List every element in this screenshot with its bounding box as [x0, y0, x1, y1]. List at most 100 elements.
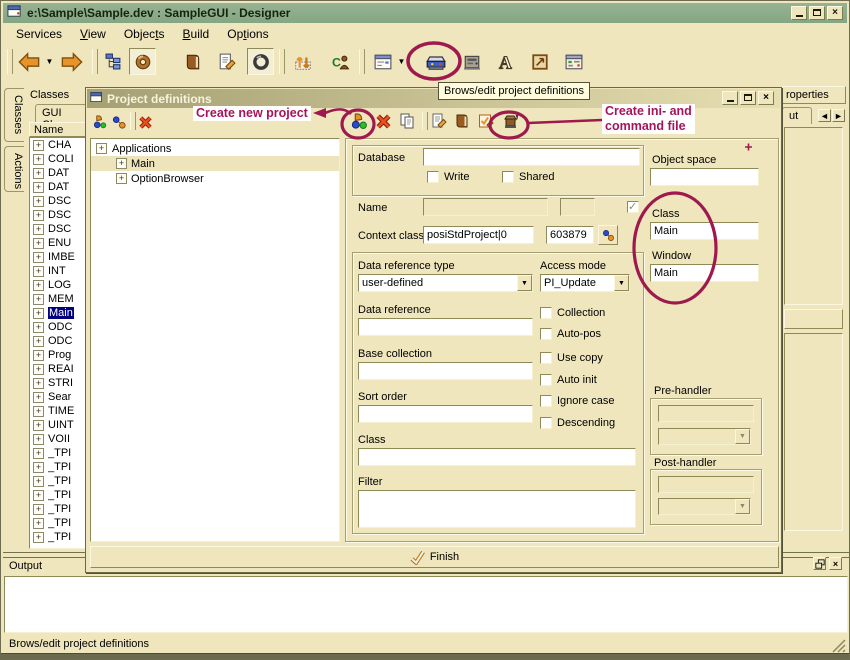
- minimize-button[interactable]: [791, 6, 807, 20]
- class-hierarchy-button[interactable]: [100, 48, 127, 75]
- create-ini-command-file-button[interactable]: [501, 111, 521, 131]
- menu-item[interactable]: Objects: [115, 25, 174, 43]
- class-tree[interactable]: CHA COLI DAT DAT DSC DSC DSC ENU IMBE IN…: [29, 137, 87, 549]
- sort-order-input[interactable]: [358, 405, 533, 423]
- shared-checkbox[interactable]: [502, 171, 514, 183]
- properties-list-area[interactable]: [784, 127, 843, 305]
- class-tree-item[interactable]: STRI: [30, 376, 86, 390]
- forward-button[interactable]: [58, 48, 85, 75]
- use-copy-checkbox[interactable]: [540, 352, 552, 364]
- book-button[interactable]: [179, 48, 206, 75]
- class-tree-item[interactable]: DAT: [30, 180, 86, 194]
- class-tree-item[interactable]: DAT: [30, 166, 86, 180]
- class-tree-item[interactable]: _TPI: [30, 460, 86, 474]
- caret-down-icon[interactable]: ▼: [517, 275, 532, 291]
- auto-pos-checkbox[interactable]: [540, 328, 552, 340]
- class-tree-item[interactable]: DSC: [30, 208, 86, 222]
- expander-plus-icon[interactable]: [33, 224, 44, 235]
- database-input[interactable]: [423, 148, 640, 166]
- class-tree-item[interactable]: Sear: [30, 390, 86, 404]
- class-tree-item[interactable]: Prog: [30, 348, 86, 362]
- device-button[interactable]: [458, 48, 485, 75]
- class2-input[interactable]: [650, 222, 759, 240]
- class-tree-item[interactable]: ENU: [30, 236, 86, 250]
- maximize-button[interactable]: [809, 6, 825, 20]
- close-button[interactable]: ×: [827, 6, 843, 20]
- expander-plus-icon[interactable]: [33, 266, 44, 277]
- tab-scroll-right-button[interactable]: ►: [832, 109, 845, 122]
- output-console[interactable]: [4, 576, 848, 633]
- class-tree-item[interactable]: INT: [30, 264, 86, 278]
- write-checkbox[interactable]: [427, 171, 439, 183]
- create-new-project-button[interactable]: [349, 111, 369, 131]
- delete-item-button[interactable]: [135, 112, 155, 132]
- expander-plus-icon[interactable]: [33, 238, 44, 249]
- edit-definition-button[interactable]: [429, 111, 449, 131]
- expander-plus-icon[interactable]: [33, 406, 44, 417]
- filter-textarea[interactable]: [358, 490, 636, 528]
- dialog-minimize-button[interactable]: [722, 91, 738, 105]
- column-header-name[interactable]: Name: [29, 122, 87, 137]
- expander-plus-icon[interactable]: [33, 476, 44, 487]
- expander-plus-icon[interactable]: [33, 140, 44, 151]
- class-tree-item[interactable]: ODC: [30, 334, 86, 348]
- class-tree-item[interactable]: ODC: [30, 320, 86, 334]
- expander-plus-icon[interactable]: [33, 350, 44, 361]
- class-tree-item[interactable]: _TPI: [30, 446, 86, 460]
- properties-tab[interactable]: ut: [782, 107, 812, 124]
- class-tree-item[interactable]: DSC: [30, 194, 86, 208]
- output-close-button[interactable]: ×: [829, 557, 842, 570]
- class-tree-item[interactable]: COLI: [30, 152, 86, 166]
- collection-checkbox[interactable]: [540, 307, 552, 319]
- expander-plus-icon[interactable]: [33, 434, 44, 445]
- expander-plus-icon[interactable]: [33, 532, 44, 543]
- class-tree-item[interactable]: Main: [30, 306, 86, 320]
- menu-item[interactable]: Options: [218, 25, 277, 43]
- menu-item[interactable]: View: [71, 25, 115, 43]
- context-id-input[interactable]: [546, 226, 594, 244]
- properties-panel-title[interactable]: roperties: [782, 86, 846, 104]
- expander-plus-icon[interactable]: [116, 158, 127, 169]
- class-tree-item[interactable]: CHA: [30, 138, 86, 152]
- expander-plus-icon[interactable]: [33, 308, 44, 319]
- expander-plus-icon[interactable]: [33, 462, 44, 473]
- expander-plus-icon[interactable]: [33, 322, 44, 333]
- class-tree-item[interactable]: _TPI: [30, 474, 86, 488]
- class-tree-item[interactable]: _TPI: [30, 488, 86, 502]
- form-list-dropdown[interactable]: ▼: [395, 48, 408, 75]
- back-history-dropdown[interactable]: ▼: [43, 48, 56, 75]
- class-tree-item[interactable]: _TPI: [30, 502, 86, 516]
- data-reference-input[interactable]: [358, 318, 533, 336]
- font-button[interactable]: A: [492, 48, 519, 75]
- expander-plus-icon[interactable]: [33, 294, 44, 305]
- expander-plus-icon[interactable]: [33, 182, 44, 193]
- class-browser-button[interactable]: C: [327, 48, 354, 75]
- class-tree-item[interactable]: MEM: [30, 292, 86, 306]
- class-tree-item[interactable]: LOG: [30, 278, 86, 292]
- copy-button[interactable]: [397, 111, 417, 131]
- tab-gui-classes[interactable]: GUI Cla: [35, 104, 87, 122]
- class-tree-item[interactable]: _TPI: [30, 516, 86, 530]
- dialog-maximize-button[interactable]: [740, 91, 756, 105]
- access-mode-dropdown[interactable]: PI_Update▼: [540, 274, 630, 292]
- transfer-button[interactable]: [289, 48, 316, 75]
- expander-plus-icon[interactable]: [33, 490, 44, 501]
- project-tree-item[interactable]: Applications: [91, 141, 339, 156]
- expander-plus-icon[interactable]: [33, 364, 44, 375]
- data-ref-type-dropdown[interactable]: user-defined▼: [358, 274, 533, 292]
- donut-button[interactable]: [129, 48, 156, 75]
- properties-detail-area[interactable]: [784, 333, 843, 531]
- expander-plus-icon[interactable]: [33, 392, 44, 403]
- check-edit-button[interactable]: [476, 111, 496, 131]
- expander-plus-icon[interactable]: [33, 336, 44, 347]
- ignore-case-checkbox[interactable]: [540, 395, 552, 407]
- output-float-button[interactable]: [813, 557, 826, 570]
- book-button[interactable]: [452, 111, 472, 131]
- expander-plus-icon[interactable]: [33, 196, 44, 207]
- context-class-browse-button[interactable]: [598, 225, 618, 245]
- back-button[interactable]: [15, 48, 42, 75]
- delete-project-button[interactable]: [373, 111, 393, 131]
- project-tree-item[interactable]: Main: [91, 156, 339, 171]
- class-tree-item[interactable]: VOII: [30, 432, 86, 446]
- dialog-close-button[interactable]: ×: [758, 91, 774, 105]
